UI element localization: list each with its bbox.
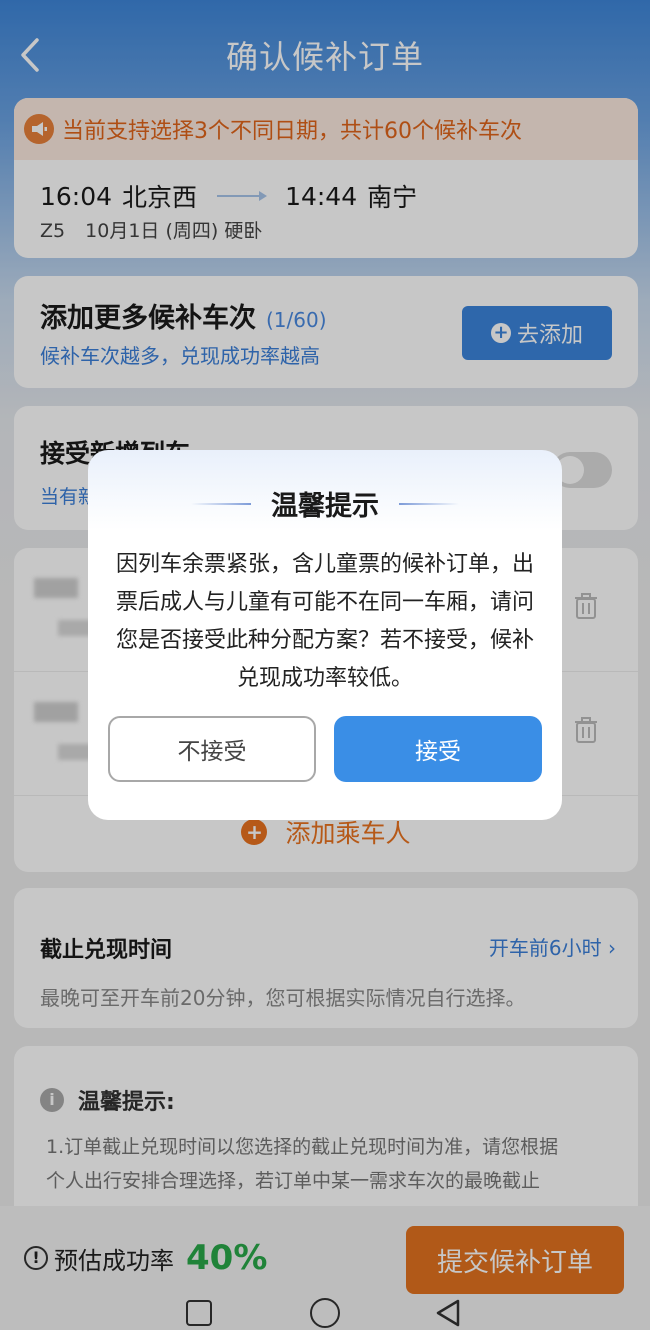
tip-dialog: 温馨提示 因列车余票紧张，含儿童票的候补订单，出票后成人与儿童有可能不在同一车厢… — [88, 450, 562, 820]
title-decoration-right — [399, 502, 459, 505]
dialog-title-wrap: 温馨提示 — [88, 484, 562, 523]
title-decoration-left — [191, 502, 251, 505]
dialog-message: 因列车余票紧张，含儿童票的候补订单，出票后成人与儿童有可能不在同一车厢，请问您是… — [116, 552, 535, 691]
accept-button[interactable]: 接受 — [334, 716, 542, 782]
dialog-title: 温馨提示 — [271, 491, 379, 522]
reject-button[interactable]: 不接受 — [108, 716, 316, 782]
